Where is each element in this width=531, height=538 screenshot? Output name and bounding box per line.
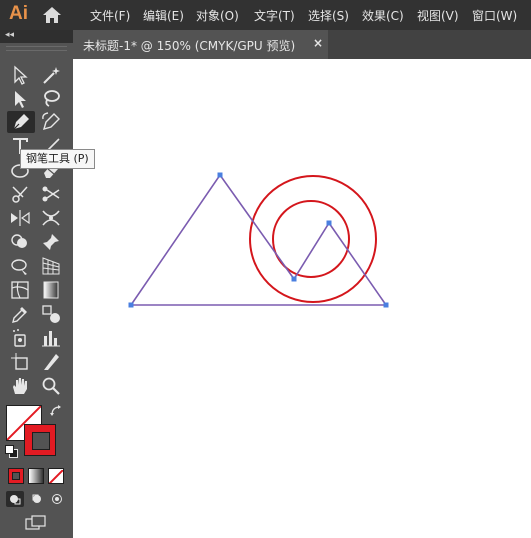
slice-tool-icon[interactable] — [40, 351, 62, 373]
menu-type[interactable]: 文字(T) — [254, 7, 295, 24]
color-mode-button[interactable] — [8, 468, 24, 484]
triangle-path[interactable] — [129, 173, 388, 306]
panel-header: ◂◂ — [0, 30, 73, 43]
tools-panel: ◂◂ — [0, 30, 73, 538]
artboard-canvas[interactable] — [73, 59, 531, 538]
artwork — [128, 172, 389, 308]
document-tab-bar: 未标题-1* @ 150% (CMYK/GPU 预览) × — [73, 30, 531, 59]
lasso-tool-icon[interactable] — [40, 88, 62, 110]
pen-tool-icon[interactable] — [7, 111, 35, 133]
stroke-swatch[interactable] — [24, 424, 56, 456]
selection-tool-icon[interactable] — [9, 64, 31, 86]
rotate-tool-icon[interactable] — [9, 183, 31, 205]
collapse-icon[interactable]: ◂◂ — [5, 30, 14, 40]
menu-edit[interactable]: 编辑(E) — [143, 7, 184, 24]
eyedropper-tool-icon[interactable] — [9, 303, 31, 325]
anchor-point[interactable] — [291, 276, 297, 282]
menu-effect[interactable]: 效果(C) — [362, 7, 404, 24]
app-logo: Ai — [9, 3, 28, 24]
none-mode-button[interactable] — [48, 468, 64, 484]
anchor-point[interactable] — [383, 302, 389, 308]
curvature-tool-icon[interactable] — [40, 111, 62, 133]
symbol-sprayer-tool-icon[interactable] — [9, 327, 31, 349]
anchor-point[interactable] — [128, 302, 134, 308]
outer-circle[interactable] — [249, 175, 377, 303]
pin-tool-icon[interactable] — [40, 231, 62, 253]
reflect-tool-icon[interactable] — [9, 207, 31, 229]
menu-file[interactable]: 文件(F) — [90, 7, 130, 24]
shape-builder-tool-icon[interactable] — [9, 231, 31, 253]
draw-inside-button[interactable] — [48, 491, 66, 507]
column-graph-tool-icon[interactable] — [40, 327, 62, 349]
mesh-tool-icon[interactable] — [9, 279, 31, 301]
home-icon[interactable] — [42, 6, 62, 24]
live-paint-tool-icon[interactable] — [9, 255, 31, 277]
close-icon[interactable]: × — [313, 36, 323, 50]
menu-window[interactable]: 窗口(W) — [472, 7, 517, 24]
anchor-point[interactable] — [217, 172, 223, 178]
document-tab[interactable]: 未标题-1* @ 150% (CMYK/GPU 预览) × — [73, 30, 328, 59]
draw-normal-button[interactable] — [6, 491, 24, 507]
menu-view[interactable]: 视图(V) — [417, 7, 459, 24]
menu-object[interactable]: 对象(O) — [196, 7, 239, 24]
default-colors-icon[interactable] — [5, 445, 18, 458]
swap-fill-stroke-icon[interactable] — [49, 403, 63, 417]
menu-bar: Ai 文件(F) 编辑(E) 对象(O) 文字(T) 选择(S) 效果(C) 视… — [0, 0, 531, 30]
draw-behind-button[interactable] — [28, 491, 46, 507]
gradient-tool-icon[interactable] — [40, 279, 62, 301]
anchor-point[interactable] — [326, 220, 332, 226]
pen-tool-tooltip: 钢笔工具 (P) — [20, 149, 95, 169]
blend-tool-icon[interactable] — [40, 303, 62, 325]
scissors-tool-icon[interactable] — [40, 183, 62, 205]
menu-select[interactable]: 选择(S) — [308, 7, 349, 24]
gradient-mode-button[interactable] — [28, 468, 44, 484]
direct-selection-tool-icon[interactable] — [9, 88, 31, 110]
width-tool-icon[interactable] — [40, 207, 62, 229]
panel-grip[interactable] — [6, 46, 67, 51]
perspective-grid-tool-icon[interactable] — [40, 255, 62, 277]
hand-tool-icon[interactable] — [9, 375, 31, 397]
zoom-tool-icon[interactable] — [40, 375, 62, 397]
screen-mode-icon[interactable] — [24, 514, 48, 532]
magic-wand-tool-icon[interactable] — [40, 64, 62, 86]
document-tab-label: 未标题-1* @ 150% (CMYK/GPU 预览) — [83, 39, 296, 53]
artboard-tool-icon[interactable] — [9, 351, 31, 373]
